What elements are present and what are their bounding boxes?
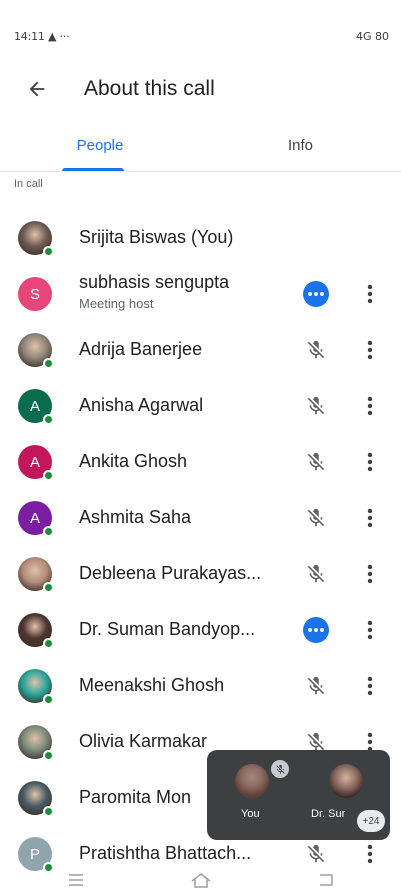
avatar: [18, 333, 54, 369]
mic-off-icon: [300, 334, 332, 366]
online-status-dot: [43, 806, 54, 817]
participant-row[interactable]: Ssubhasis sengupta Meeting host: [0, 266, 401, 322]
online-status-dot: [43, 526, 54, 537]
participant-name: Debleena Purakayas...: [79, 563, 262, 583]
home-icon[interactable]: [189, 870, 213, 890]
avatar-initial: A: [29, 453, 40, 471]
section-label-in-call: In call: [14, 178, 43, 190]
more-vertical-icon[interactable]: [356, 446, 384, 478]
more-options-blue-icon[interactable]: [300, 614, 332, 646]
participant-name: Meenakshi Ghosh: [79, 675, 225, 695]
participant-row[interactable]: Meenakshi Ghosh: [0, 658, 401, 714]
online-status-dot: [43, 638, 54, 649]
app-bar: About this call: [0, 66, 401, 112]
pip-participant-count: +24: [357, 810, 385, 832]
participant-row[interactable]: Debleena Purakayas...: [0, 546, 401, 602]
participant-name: Ankita Ghosh: [79, 451, 188, 471]
online-status-dot: [43, 358, 54, 369]
more-vertical-icon[interactable]: [356, 278, 384, 310]
avatar: A: [18, 389, 54, 425]
participant-row[interactable]: A Ankita Ghosh: [0, 434, 401, 490]
page-title: About this call: [84, 77, 215, 100]
online-status-dot: [43, 470, 54, 481]
avatar: A: [18, 445, 54, 481]
participant-name: Srijita Biswas (You): [79, 227, 234, 247]
participant-row[interactable]: Dr. Suman Bandyop...: [0, 602, 401, 658]
arrow-back-icon: [29, 81, 45, 97]
avatar: [18, 669, 54, 705]
participant-name: subhasis sengupta: [79, 272, 230, 292]
tab-info[interactable]: Info: [200, 118, 401, 172]
participant-name: Paromita Mon: [79, 787, 192, 807]
status-time: 14:11 ▲ ···: [14, 30, 70, 43]
participant-row[interactable]: Srijita Biswas (You): [0, 210, 401, 266]
mic-off-icon: [300, 446, 332, 478]
mic-off-icon: [300, 502, 332, 534]
avatar: [18, 781, 54, 817]
participant-name: Dr. Suman Bandyop...: [79, 619, 256, 639]
pip-mic-off-icon: [271, 760, 289, 778]
avatar: [18, 613, 54, 649]
online-status-dot: [43, 582, 54, 593]
avatar: [18, 725, 54, 761]
avatar-initial: A: [29, 397, 40, 415]
more-vertical-icon[interactable]: [356, 614, 384, 646]
online-status-dot: [43, 246, 54, 257]
avatar: A: [18, 501, 54, 537]
participant-name: Pratishtha Bhattach...: [79, 843, 252, 863]
self-view-pip[interactable]: You Dr. Sur +24: [207, 750, 390, 840]
system-nav-bar: [0, 866, 401, 894]
avatar: [18, 221, 54, 257]
participant-row[interactable]: A Ashmita Saha: [0, 490, 401, 546]
more-vertical-icon[interactable]: [356, 558, 384, 590]
back-nav-icon[interactable]: [314, 870, 338, 890]
participant-row[interactable]: Adrija Banerjee: [0, 322, 401, 378]
pip-avatar-you: [235, 764, 269, 798]
online-status-dot: [43, 694, 54, 705]
avatar: S: [18, 277, 52, 311]
mic-off-icon: [300, 558, 332, 590]
mic-off-icon: [300, 670, 332, 702]
participant-name: Olivia Karmakar: [79, 731, 208, 751]
pip-other-label: Dr. Sur: [311, 808, 346, 820]
back-button[interactable]: [22, 74, 52, 104]
mic-off-icon: [300, 390, 332, 422]
pip-avatar-other: [329, 764, 363, 798]
more-vertical-icon[interactable]: [356, 670, 384, 702]
avatar-initial: S: [29, 285, 40, 303]
participant-role: Meeting host: [79, 296, 154, 311]
status-bar: 14:11 ▲ ··· 4G 80: [0, 0, 401, 70]
more-options-blue-icon[interactable]: [300, 278, 332, 310]
online-status-dot: [43, 750, 54, 761]
more-vertical-icon[interactable]: [356, 502, 384, 534]
more-vertical-icon[interactable]: [356, 334, 384, 366]
pip-you-label: You: [241, 808, 260, 820]
avatar: [18, 557, 54, 593]
online-status-dot: [43, 414, 54, 425]
avatar-initial: A: [29, 509, 40, 527]
tab-indicator: [62, 168, 124, 171]
status-indicators: 4G 80: [355, 30, 389, 43]
participant-row[interactable]: A Anisha Agarwal: [0, 378, 401, 434]
more-vertical-icon[interactable]: [356, 390, 384, 422]
tab-people[interactable]: People: [0, 118, 200, 172]
menu-icon[interactable]: [64, 870, 88, 890]
participant-name: Ashmita Saha: [79, 507, 192, 527]
participant-name: Adrija Banerjee: [79, 339, 203, 359]
tab-bar: People Info: [0, 118, 401, 172]
participant-name: Anisha Agarwal: [79, 395, 204, 415]
avatar-initial: P: [29, 845, 40, 863]
